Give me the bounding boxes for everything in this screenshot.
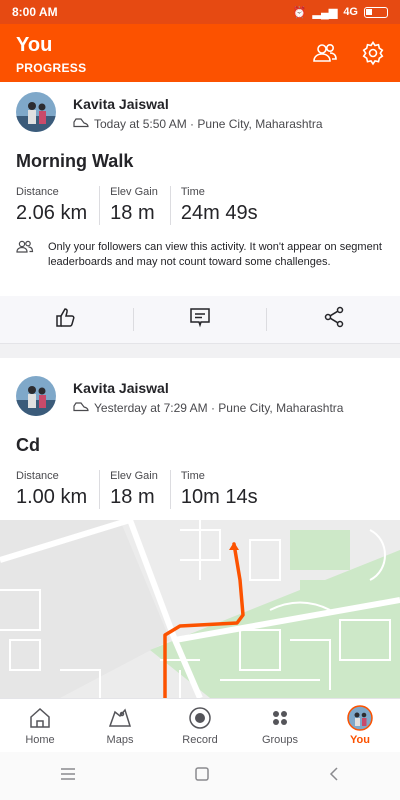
kudos-button[interactable] xyxy=(0,308,134,331)
stat-label: Elev Gain xyxy=(110,470,158,482)
stat-label: Distance xyxy=(16,470,59,482)
stat-label: Time xyxy=(180,470,205,482)
stat-time: Time 10m 14s xyxy=(181,470,270,509)
stat-label: Time xyxy=(180,186,205,198)
status-time: 8:00 AM xyxy=(12,5,58,19)
stat-label: Elev Gain xyxy=(110,186,158,198)
stat-value: 2.06 km xyxy=(16,202,88,224)
stat-distance: Distance 2.06 km xyxy=(16,186,101,225)
menu-icon[interactable] xyxy=(59,767,77,786)
activity-title[interactable]: Cd xyxy=(16,435,40,456)
activity-stats: Distance 1.00 km Elev Gain 18 m Time 10m… xyxy=(16,470,280,509)
stat-distance: Distance 1.00 km xyxy=(16,470,101,509)
activity-meta: Today at 5:50 AM · Pune City, Maharashtr… xyxy=(73,117,323,131)
activity-card[interactable]: Kavita Jaiswal Today at 5:50 AM · Pune C… xyxy=(0,82,400,296)
nav-groups[interactable]: Groups xyxy=(240,699,320,752)
back-icon[interactable] xyxy=(327,766,341,787)
stat-value: 18 m xyxy=(110,202,155,224)
nav-label: Groups xyxy=(261,734,299,746)
athlete-name[interactable]: Kavita Jaiswal xyxy=(73,96,169,112)
groups-icon xyxy=(267,705,293,731)
status-bar: 8:00 AM ⏰ ▂▄▆ 4G xyxy=(0,0,400,24)
activity-stats: Distance 2.06 km Elev Gain 18 m Time 24m… xyxy=(16,186,280,225)
activity-title[interactable]: Morning Walk xyxy=(16,151,133,172)
nav-you[interactable]: You xyxy=(320,699,400,752)
stat-value: 1.00 km xyxy=(16,486,88,508)
system-nav-bar xyxy=(0,752,400,800)
activity-meta-text: Today at 5:50 AM · Pune City, Maharashtr… xyxy=(94,117,323,131)
alarm-icon: ⏰ xyxy=(292,6,307,19)
stat-time: Time 24m 49s xyxy=(181,186,270,225)
nav-record[interactable]: Record xyxy=(160,699,240,752)
walk-shoe-icon xyxy=(73,117,89,131)
find-friends-icon[interactable] xyxy=(312,40,338,66)
park-area xyxy=(290,530,350,570)
stat-value: 10m 14s xyxy=(180,486,258,508)
stat-elev-gain: Elev Gain 18 m xyxy=(110,470,171,509)
nav-label: Maps xyxy=(106,734,134,746)
stat-value: 24m 49s xyxy=(180,202,258,224)
activity-card[interactable]: Kavita Jaiswal Yesterday at 7:29 AM · Pu… xyxy=(0,358,400,698)
home-square-icon[interactable] xyxy=(194,766,210,787)
athlete-avatar[interactable] xyxy=(16,92,56,132)
record-icon xyxy=(187,705,213,731)
activity-route-map[interactable] xyxy=(0,520,400,698)
signal-icon: ▂▄▆ xyxy=(312,6,338,19)
stat-label: Distance xyxy=(16,186,59,198)
activity-meta-text: Yesterday at 7:29 AM · Pune City, Mahara… xyxy=(94,401,344,415)
nav-label: Home xyxy=(25,734,55,746)
privacy-note: Only your followers can view this activi… xyxy=(16,240,386,270)
map-icon xyxy=(107,705,133,731)
network-type: 4G xyxy=(343,6,358,18)
athlete-name[interactable]: Kavita Jaiswal xyxy=(73,380,169,396)
walk-shoe-icon xyxy=(73,401,89,415)
followers-icon xyxy=(16,240,38,270)
app-header: You PROGRESS xyxy=(0,24,400,82)
thumbs-up-icon xyxy=(55,306,77,333)
comment-button[interactable] xyxy=(134,308,268,331)
home-icon xyxy=(27,705,53,731)
bottom-nav: Home Maps Record Groups You xyxy=(0,698,400,752)
stat-value: 18 m xyxy=(110,486,155,508)
status-icons: ⏰ ▂▄▆ 4G xyxy=(293,6,388,19)
nav-maps[interactable]: Maps xyxy=(80,699,160,752)
nav-label: You xyxy=(350,734,370,746)
comment-icon xyxy=(189,306,211,333)
settings-gear-icon[interactable] xyxy=(360,40,386,66)
privacy-note-text: Only your followers can view this activi… xyxy=(48,241,382,268)
activity-meta: Yesterday at 7:29 AM · Pune City, Mahara… xyxy=(73,401,343,415)
share-button[interactable] xyxy=(267,306,400,333)
stat-elev-gain: Elev Gain 18 m xyxy=(110,186,171,225)
athlete-avatar[interactable] xyxy=(16,376,56,416)
nav-label: Record xyxy=(182,734,218,746)
avatar-icon xyxy=(347,705,373,731)
battery-icon xyxy=(364,6,388,18)
nav-home[interactable]: Home xyxy=(0,699,80,752)
share-icon xyxy=(323,306,345,333)
activity-action-bar xyxy=(0,296,400,344)
